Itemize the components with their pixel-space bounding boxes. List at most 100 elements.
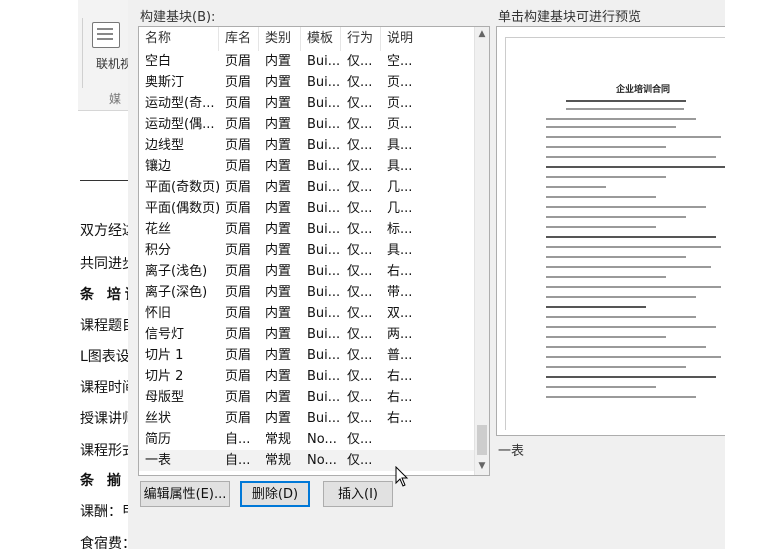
delete-button[interactable]: 删除(D): [240, 481, 310, 507]
preview-caption: 一表: [498, 444, 525, 459]
preview-pane: 企业培训合同: [496, 26, 733, 436]
cell-template: Bui...: [307, 369, 341, 384]
cell-gallery: 页眉: [225, 348, 252, 363]
cell-description: 空...: [387, 54, 413, 69]
list-item[interactable]: 切片 2 页眉 内置 Bui... 仅... 右...: [139, 366, 475, 387]
document-rule: [80, 180, 130, 181]
preview-line: [546, 266, 711, 268]
list-item[interactable]: 母版型 页眉 内置 Bui... 仅... 右...: [139, 387, 475, 408]
column-header-category[interactable]: 类别: [259, 27, 301, 51]
cell-gallery: 自...: [225, 432, 251, 447]
list-item[interactable]: 运动型(偶... 页眉 内置 Bui... 仅... 页...: [139, 114, 475, 135]
cell-name: 空白: [145, 54, 172, 69]
cell-category: 内置: [265, 306, 292, 321]
list-item[interactable]: 空白 页眉 内置 Bui... 仅... 空...: [139, 51, 475, 72]
cell-gallery: 页眉: [225, 201, 252, 216]
cell-description: [381, 429, 475, 450]
list-item[interactable]: 奥斯汀 页眉 内置 Bui... 仅... 页...: [139, 72, 475, 93]
preview-line: [546, 386, 656, 388]
cell-template: Bui...: [307, 390, 341, 405]
list-item[interactable]: 平面(奇数页) 页眉 内置 Bui... 仅... 几...: [139, 177, 475, 198]
list-item[interactable]: 运动型(奇... 页眉 内置 Bui... 仅... 页...: [139, 93, 475, 114]
cell-category: 内置: [265, 285, 292, 300]
cell-template: Bui...: [307, 285, 341, 300]
cell-description: 右...: [387, 390, 413, 405]
cell-behavior: 仅...: [347, 159, 373, 174]
document-line: 课程形式: [80, 443, 130, 459]
list-item[interactable]: 离子(浅色) 页眉 内置 Bui... 仅... 右...: [139, 261, 475, 282]
cell-template: No...: [307, 432, 337, 447]
list-item[interactable]: 一表 自... 常规 No... 仅...: [139, 450, 475, 471]
list-scrollbar[interactable]: ▲ ▼: [474, 27, 489, 475]
cell-template: Bui...: [307, 201, 341, 216]
scroll-down-icon[interactable]: ▼: [477, 461, 487, 473]
cell-template: Bui...: [307, 96, 341, 111]
cell-name: 离子(浅色): [145, 264, 208, 279]
cell-name: 平面(偶数页): [145, 201, 219, 216]
cell-behavior: 仅...: [347, 180, 373, 195]
cell-description: 带...: [387, 285, 413, 300]
list-item[interactable]: 平面(偶数页) 页眉 内置 Bui... 仅... 几...: [139, 198, 475, 219]
cell-template: Bui...: [307, 138, 341, 153]
list-item[interactable]: 边线型 页眉 内置 Bui... 仅... 具...: [139, 135, 475, 156]
list-item[interactable]: 切片 1 页眉 内置 Bui... 仅... 普...: [139, 345, 475, 366]
cell-behavior: 仅...: [347, 117, 373, 132]
mouse-cursor-icon: [395, 466, 409, 487]
edit-properties-button[interactable]: 编辑属性(E)...: [140, 481, 230, 507]
column-header-template[interactable]: 模板: [301, 27, 341, 51]
scroll-thumb[interactable]: [477, 425, 487, 455]
cell-behavior: 仅...: [347, 369, 373, 384]
document-line: L图表设: [80, 349, 130, 365]
cell-name: 简历: [145, 432, 172, 447]
cell-name: 花丝: [145, 222, 172, 237]
cell-template: No...: [307, 453, 337, 468]
cell-category: 内置: [265, 117, 292, 132]
preview-line: [546, 306, 646, 308]
cell-template: Bui...: [307, 159, 341, 174]
cell-behavior: 仅...: [347, 75, 373, 90]
ribbon-online-label[interactable]: 联机视: [96, 55, 130, 72]
cell-name: 信号灯: [145, 327, 185, 342]
cell-name: 一表: [145, 453, 172, 468]
preview-line: [546, 126, 676, 128]
preview-line: [546, 166, 726, 168]
scroll-up-icon[interactable]: ▲: [477, 29, 487, 41]
cell-gallery: 页眉: [225, 159, 252, 174]
list-item[interactable]: 信号灯 页眉 内置 Bui... 仅... 两...: [139, 324, 475, 345]
outside-area: [725, 0, 771, 549]
cell-description: 右...: [387, 411, 413, 426]
cell-description: 右...: [387, 264, 413, 279]
list-item[interactable]: 离子(深色) 页眉 内置 Bui... 仅... 带...: [139, 282, 475, 303]
cell-behavior: 仅...: [347, 453, 373, 468]
preview-line: [546, 206, 706, 208]
cell-behavior: 仅...: [347, 285, 373, 300]
column-header-description[interactable]: 说明: [381, 27, 475, 51]
cell-name: 运动型(偶...: [145, 117, 215, 132]
list-item[interactable]: 怀旧 页眉 内置 Bui... 仅... 双...: [139, 303, 475, 324]
column-header-behavior[interactable]: 行为: [341, 27, 381, 51]
list-item[interactable]: 简历 自... 常规 No... 仅...: [139, 429, 475, 450]
preview-label: 单击构建基块可进行预览: [498, 10, 642, 25]
insert-button[interactable]: 插入(I): [323, 481, 393, 507]
list-item[interactable]: 镶边 页眉 内置 Bui... 仅... 具...: [139, 156, 475, 177]
list-header: 名称 库名 类别 模板 行为 说明: [139, 27, 475, 51]
list-item[interactable]: 花丝 页眉 内置 Bui... 仅... 标...: [139, 219, 475, 240]
cell-name: 积分: [145, 243, 172, 258]
list-item[interactable]: 丝状 页眉 内置 Bui... 仅... 右...: [139, 408, 475, 429]
column-header-gallery[interactable]: 库名: [219, 27, 259, 51]
cell-gallery: 页眉: [225, 285, 252, 300]
cell-gallery: 页眉: [225, 138, 252, 153]
online-video-icon[interactable]: [92, 22, 120, 48]
cell-behavior: 仅...: [347, 201, 373, 216]
cell-category: 内置: [265, 348, 292, 363]
cell-category: 常规: [265, 453, 292, 468]
preview-line: [546, 276, 666, 278]
cell-name: 镶边: [145, 159, 172, 174]
preview-doc-title: 企业培训合同: [616, 85, 671, 95]
building-blocks-list[interactable]: 名称 库名 类别 模板 行为 说明 空白 页眉 内置 Bui... 仅... 空... 奥斯…: [138, 26, 490, 476]
cell-description: 具...: [387, 138, 413, 153]
preview-line: [546, 118, 696, 120]
column-header-name[interactable]: 名称: [139, 27, 219, 51]
list-item[interactable]: 积分 页眉 内置 Bui... 仅... 具...: [139, 240, 475, 261]
cell-template: Bui...: [307, 306, 341, 321]
